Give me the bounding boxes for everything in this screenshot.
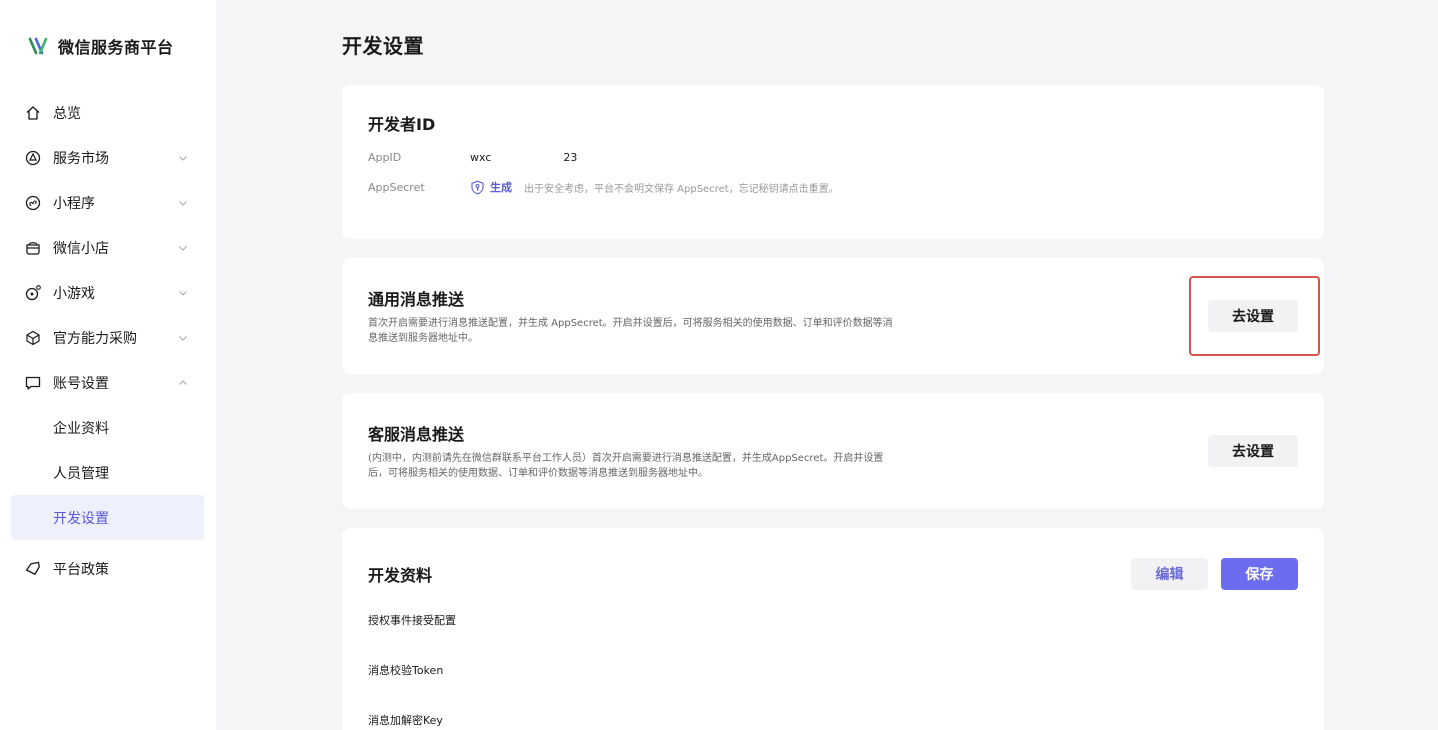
sidebar-item-label: 小程序 [53,195,95,212]
sidebar-item-label: 微信小店 [53,240,109,257]
sidebar: 微信服务商平台 总览 服务市场 小程序 微信小店 小游戏 官方能力采购 账号设置… [0,0,216,730]
save-button[interactable]: 保存 [1221,558,1298,590]
chevron-down-icon[interactable] [178,333,188,343]
page-title: 开发设置 [342,34,424,58]
general-push-setup-button[interactable]: 去设置 [1208,300,1298,332]
chevron-down-icon[interactable] [178,153,188,163]
brand[interactable]: 微信服务商平台 [0,32,216,60]
developer-id-card: 开发者ID AppID wxc 23 AppSecret 生成 出于安全考虑，平… [342,85,1324,239]
sidebar-item-label: 官方能力采购 [53,330,137,347]
appsecret-row: AppSecret 生成 出于安全考虑，平台不会明文保存 AppSecret，忘… [368,179,1298,195]
sidebar-item-label: 小游戏 [53,285,95,302]
dev-info-title: 开发资料 [368,566,433,585]
developer-id-title: 开发者ID [368,115,436,134]
appsecret-note: 出于安全考虑，平台不会明文保存 AppSecret，忘记秘钥请点击重置。 [524,183,839,195]
appsecret-label: AppSecret [368,180,425,194]
appid-value: wxc 23 [470,151,577,164]
dev-info-card: 开发资料 编辑 保存 授权事件接受配置 消息校验Token 消息加解密Key [342,528,1324,730]
chevron-up-icon[interactable] [178,378,188,388]
brand-title: 微信服务商平台 [58,38,174,57]
main-content: 开发设置 开发者ID AppID wxc 23 AppSecret 生成 出于安… [216,0,1438,730]
wechat-pay-logo-icon [28,37,48,55]
home-icon [26,105,40,120]
market-icon [25,150,41,165]
generate-label: 生成 [490,181,512,194]
appsecret-value: 生成 出于安全考虑，平台不会明文保存 AppSecret，忘记秘钥请点击重置。 [470,179,839,195]
sidebar-subitem-staff-management[interactable]: 人员管理 [11,450,204,495]
field-message-token: 消息校验Token [368,664,444,677]
generate-secret-button[interactable]: 生成 [470,179,512,195]
chat-bubble-icon [25,376,41,390]
sidebar-item-label: 总览 [53,105,81,122]
general-push-title: 通用消息推送 [368,290,465,309]
shield-key-icon [471,180,484,194]
sidebar-nav: 总览 服务市场 小程序 微信小店 小游戏 官方能力采购 账号设置 [0,90,216,405]
sidebar-item-mini-program[interactable]: 小程序 [0,180,216,225]
tag-icon [25,561,40,575]
service-push-setup-button[interactable]: 去设置 [1208,435,1298,467]
service-push-desc: (内测中，内测前请先在微信群联系平台工作人员）首次开启需要进行消息推送配置，并生… [368,453,884,479]
edit-button[interactable]: 编辑 [1131,558,1208,590]
sidebar-item-account-settings[interactable]: 账号设置 [0,360,216,405]
service-push-title: 客服消息推送 [368,425,465,444]
sidebar-item-label: 平台政策 [53,561,109,578]
sidebar-item-service-market[interactable]: 服务市场 [0,135,216,180]
mini-game-icon [25,284,41,300]
dev-info-actions: 编辑 保存 [1131,558,1298,590]
sidebar-item-mini-game[interactable]: 小游戏 [0,270,216,315]
dev-info-header: 开发资料 编辑 保存 [368,558,1298,590]
sidebar-item-label: 账号设置 [53,375,109,392]
appid-label: AppID [368,150,402,164]
sidebar-item-platform-policy[interactable]: 平台政策 [0,546,216,591]
appid-value-suffix: 23 [563,150,578,164]
sidebar-item-official-procurement[interactable]: 官方能力采购 [0,315,216,360]
appid-value-prefix: wxc [470,150,492,164]
appid-row: AppID wxc 23 [368,149,1298,165]
sidebar-subitem-company-info[interactable]: 企业资料 [11,405,204,450]
mini-program-icon [25,195,41,210]
sidebar-item-wechat-shop[interactable]: 微信小店 [0,225,216,270]
sidebar-subitem-dev-settings[interactable]: 开发设置 [11,495,204,540]
sidebar-item-label: 服务市场 [53,150,109,167]
general-push-card: 通用消息推送 首次开启需要进行消息推送配置，并生成 AppSecret。开启并设… [342,258,1324,374]
app-root: 微信服务商平台 总览 服务市场 小程序 微信小店 小游戏 官方能力采购 账号设置… [0,0,1438,730]
general-push-desc: 首次开启需要进行消息推送配置，并生成 AppSecret。开启并设置后，可将服务… [368,318,893,344]
chevron-down-icon[interactable] [178,198,188,208]
cube-icon [26,330,40,345]
chevron-down-icon[interactable] [178,288,188,298]
field-auth-event-config: 授权事件接受配置 [368,614,456,627]
field-message-encrypt-key: 消息加解密Key [368,714,443,727]
chevron-down-icon[interactable] [178,243,188,253]
shop-icon [26,241,40,255]
sidebar-item-overview[interactable]: 总览 [0,90,216,135]
service-push-card: 客服消息推送 (内测中，内测前请先在微信群联系平台工作人员）首次开启需要进行消息… [342,393,1324,509]
